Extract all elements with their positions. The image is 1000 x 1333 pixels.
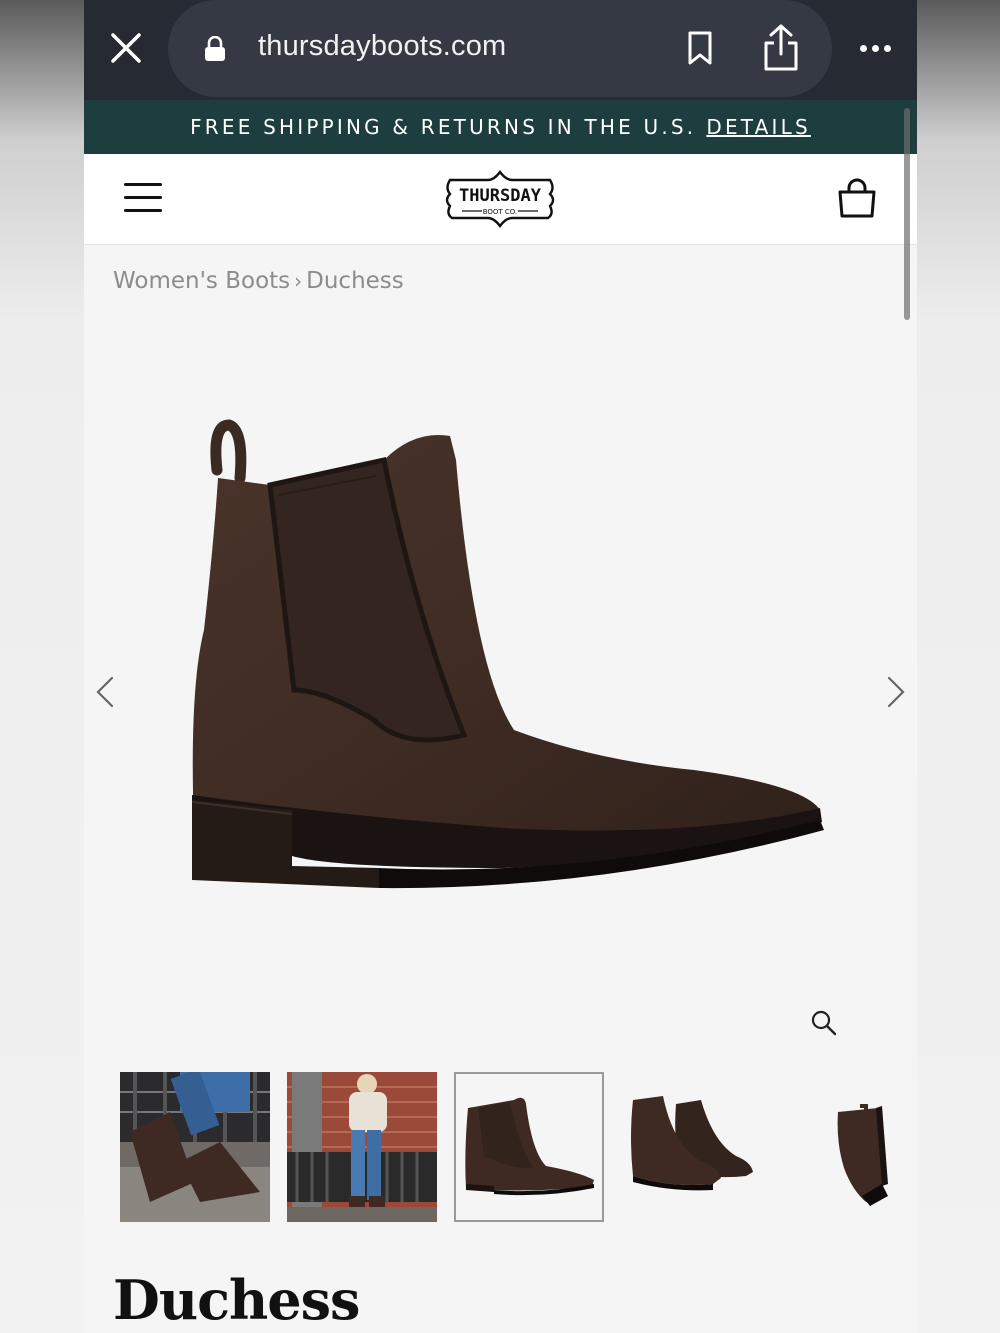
thumbnail-lifestyle-steps[interactable] bbox=[120, 1072, 270, 1222]
thumbnail-lifestyle-street[interactable] bbox=[287, 1072, 437, 1222]
breadcrumb-womens-boots[interactable]: Women's Boots bbox=[113, 268, 290, 294]
chevron-right-icon[interactable] bbox=[881, 672, 911, 712]
shopping-bag-icon[interactable] bbox=[836, 178, 878, 220]
promo-banner: FREE SHIPPING & RETURNS IN THE U.S. DETA… bbox=[84, 100, 917, 154]
page-scrollbar[interactable] bbox=[904, 108, 910, 320]
thumbnail-side-profile[interactable] bbox=[454, 1072, 604, 1222]
logo-wordmark: THURSDAY bbox=[459, 186, 542, 206]
product-title: Duchess bbox=[113, 1268, 360, 1332]
chevron-left-icon[interactable] bbox=[90, 672, 120, 712]
thursday-logo[interactable]: THURSDAY BOOT CO. bbox=[440, 164, 560, 236]
product-main-image[interactable] bbox=[174, 390, 834, 930]
lock-icon bbox=[205, 36, 225, 61]
zoom-icon[interactable] bbox=[809, 1008, 839, 1038]
breadcrumb: Women's Boots › Duchess bbox=[113, 268, 404, 294]
phone-viewport: thursdayboots.com FREE SHIPPING & RETURN… bbox=[84, 0, 917, 1333]
thumbnail-back-view[interactable] bbox=[788, 1072, 890, 1222]
promo-text: FREE SHIPPING & RETURNS IN THE U.S. bbox=[190, 115, 697, 139]
share-icon[interactable] bbox=[758, 22, 804, 74]
thumbnail-strip bbox=[120, 1072, 890, 1222]
bookmark-icon[interactable] bbox=[680, 28, 720, 68]
thumbnail-pair-angle[interactable] bbox=[621, 1072, 771, 1222]
more-options-icon[interactable] bbox=[850, 30, 900, 66]
address-bar[interactable]: thursdayboots.com bbox=[168, 0, 832, 97]
site-header: THURSDAY BOOT CO. bbox=[84, 154, 917, 245]
logo-subtitle: BOOT CO. bbox=[483, 208, 518, 216]
chevron-right-icon: › bbox=[294, 269, 303, 293]
breadcrumb-current[interactable]: Duchess bbox=[306, 268, 404, 294]
menu-icon[interactable] bbox=[124, 183, 162, 217]
url-text: thursdayboots.com bbox=[258, 30, 507, 62]
promo-details-link[interactable]: DETAILS bbox=[706, 115, 811, 139]
browser-toolbar: thursdayboots.com bbox=[84, 0, 917, 100]
close-icon[interactable] bbox=[106, 28, 146, 68]
